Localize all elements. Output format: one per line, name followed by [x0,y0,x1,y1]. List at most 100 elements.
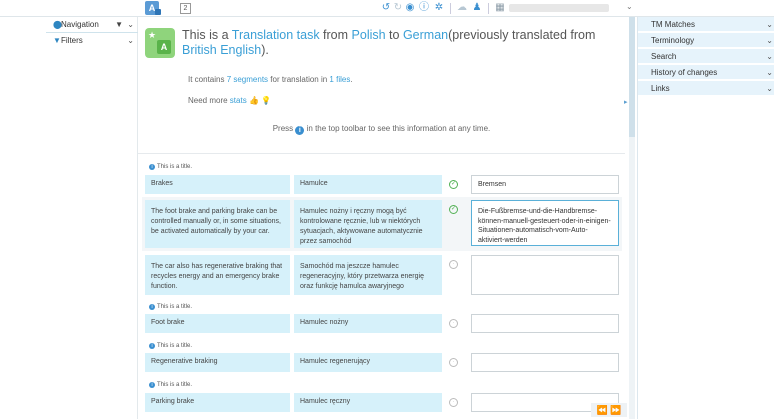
pending-status-icon[interactable]: · [449,358,458,367]
cloud-icon[interactable]: ☁ [456,2,468,14]
undo-icon[interactable]: ↺ [380,2,392,14]
hint-text: in the top toolbar to see this informati… [304,124,491,133]
pending-status-icon[interactable]: · [449,319,458,328]
settings-icon[interactable]: ✲ [433,2,445,14]
scrollbar[interactable] [629,17,635,419]
source-segment: The foot brake and parking brake can be … [145,200,290,248]
target-language: German [402,28,449,42]
target-segment-input[interactable] [471,255,619,295]
chevron-down-icon[interactable]: ⌄ [766,49,773,64]
title-text: This is a [182,28,232,42]
navigation-label: Navigation [61,20,99,29]
chevron-down-icon[interactable]: ⌄ [766,17,773,32]
files-count-link[interactable]: 1 files [329,75,350,84]
bulb-icon[interactable]: 💡 [261,96,271,105]
source-segment: Parking brake [145,393,290,412]
hint-text: Press [272,124,296,133]
panel-tm-matches[interactable]: TM Matches ⌄ [638,17,774,32]
target-segment-input[interactable]: Bremsen [471,175,619,194]
stats-info: Need more stats 👍 💡 [188,96,271,105]
segment-note-text: This is a title. [157,343,193,349]
filters-section[interactable]: ▼ Filters ⌄ [46,34,138,48]
target-segment-input[interactable] [471,353,619,372]
info-icon: i [149,304,155,310]
machine-translation-segment[interactable]: Hamulec nożny [294,314,442,333]
segment-nav-arrows[interactable]: ⏪ ⏩ [591,403,627,417]
header-divider [138,153,625,154]
filter-icon[interactable]: ▼ [115,18,123,32]
info-text: . [350,75,353,84]
thumbs-up-icon[interactable]: 👍 [249,96,259,105]
pending-status-icon[interactable]: · [449,260,458,269]
toolbar-divider [488,3,489,14]
machine-translation-segment[interactable]: Hamulec ręczny [294,393,442,412]
divider [46,32,138,33]
user-plus-icon[interactable]: ♟ [471,2,483,14]
segment-info: It contains 7 segments for translation i… [188,75,353,84]
title-text: ). [261,43,269,57]
segment-note: i This is a title. [149,343,192,349]
machine-translation-segment[interactable]: Hamulec nożny i ręczny mogą być kontrolo… [294,200,442,248]
machine-translation-segment[interactable]: Samochód ma jeszcze hamulec regeneracyjn… [294,255,442,295]
panel-label: History of changes [651,68,718,77]
title-text: to [385,28,403,42]
title-text: (previously translated from [448,28,596,42]
redo-icon[interactable]: ↻ [392,2,404,14]
source-segment: The car also has regenerative braking th… [145,255,290,295]
segments-count-link[interactable]: 7 segments [227,75,268,84]
next-icon[interactable]: ⏩ [610,405,621,415]
chevron-down-icon[interactable]: ⌄ [766,33,773,48]
filter-icon: ▼ [53,36,61,45]
info-icon: i [149,382,155,388]
panel-search[interactable]: Search ⌄ [638,49,774,64]
chevron-down-icon[interactable]: ⌄ [127,34,134,48]
segment-note: i This is a title. [149,382,192,388]
segment-note-text: This is a title. [157,382,193,388]
target-segment-input[interactable] [471,314,619,333]
top-toolbar: A 2 ↺ ↻ ◉ ⓘ ✲ ☁ ♟ ▦ ⌄ [0,0,774,17]
info-icon: i [149,164,155,170]
segment-note: i This is a title. [149,304,192,310]
source-segment: Regenerative braking [145,353,290,372]
task-type-link[interactable]: Translation task [232,28,320,42]
info-text: It contains [188,75,227,84]
info-icon: i [149,343,155,349]
scrollbar-thumb[interactable] [629,17,635,137]
source-language: Polish [351,28,386,42]
press-info-hint: Press i in the top toolbar to see this i… [138,124,625,135]
confirmed-check-icon[interactable]: ✓ [449,205,458,214]
machine-translation-segment[interactable]: Hamulec regenerujący [294,353,442,372]
previous-icon[interactable]: ⏪ [597,405,608,415]
star-icon: ★ [148,30,157,40]
user-name-blurred[interactable] [509,4,609,12]
panel-links[interactable]: Links ⌄ [638,81,774,96]
toolbar-divider [450,3,451,14]
left-panel: ⬤ Navigation ▼ ⌄ ▼ Filters ⌄ [46,17,138,419]
chevron-down-icon[interactable]: ⌄ [127,18,134,32]
panel-terminology[interactable]: Terminology ⌄ [638,33,774,48]
task-type-icon: ★ A [145,28,175,58]
segment-note-text: This is a title. [157,164,193,170]
title-text: from [319,28,352,42]
confirmed-check-icon[interactable]: ✓ [449,180,458,189]
stats-link[interactable]: stats [230,96,247,105]
machine-translation-segment[interactable]: Hamulce [294,175,442,194]
chevron-down-icon[interactable]: ⌄ [766,81,773,96]
chevron-down-icon[interactable]: ⌄ [766,65,773,80]
preview-icon[interactable]: ◉ [404,2,416,14]
panel-history[interactable]: History of changes ⌄ [638,65,774,80]
panel-label: Terminology [651,36,695,45]
segment-number-box[interactable]: 2 [180,3,191,14]
segment-note-text: This is a title. [157,304,193,310]
info-icon[interactable]: ⓘ [418,2,430,14]
target-segment-input[interactable]: Die-Fußbremse-und-die-Handbremse-können-… [471,200,619,246]
chevron-right-icon[interactable]: ▸ [624,98,628,106]
pending-status-icon[interactable]: · [449,398,458,407]
panel-label: Links [651,84,670,93]
filters-label: Filters [61,36,83,45]
panel-label: Search [651,52,677,61]
map-marker-icon: ⬤ [53,20,62,29]
navigation-section[interactable]: ⬤ Navigation ▼ ⌄ [46,18,138,32]
grid-icon[interactable]: ▦ [494,2,506,14]
chevron-down-icon[interactable]: ⌄ [626,2,633,11]
